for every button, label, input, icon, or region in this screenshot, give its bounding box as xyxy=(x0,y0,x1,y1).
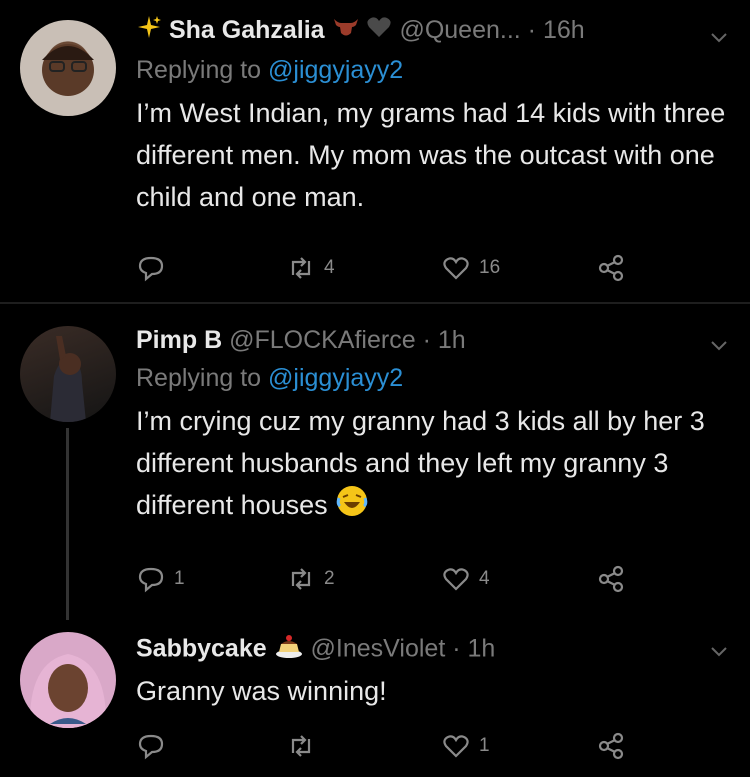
timestamp[interactable]: 1h xyxy=(438,326,466,354)
separator-dot: · xyxy=(452,634,461,663)
separator-dot: · xyxy=(527,16,536,44)
user-handle[interactable]: @FLOCKAfierce xyxy=(229,326,416,354)
tweet-actions: 1 xyxy=(136,728,656,764)
chevron-down-icon[interactable] xyxy=(708,640,730,662)
laughing-emoji-icon xyxy=(335,484,369,530)
heart-icon xyxy=(366,15,392,47)
share-button[interactable] xyxy=(596,728,626,764)
replying-to: Replying to @jiggyjayy2 xyxy=(136,54,730,86)
tweet[interactable]: Sha Gahzalia @Queen... · 16h Replying to… xyxy=(0,0,750,300)
reply-button[interactable]: 1 xyxy=(136,561,185,597)
like-count: 1 xyxy=(479,735,490,756)
tweet-text: I’m crying cuz my granny had 3 kids all … xyxy=(136,400,730,530)
tweet-body: Sabbycake @InesViolet · 1h Granny was wi… xyxy=(136,632,730,712)
tweet-text: I’m West Indian, my grams had 14 kids wi… xyxy=(136,98,726,213)
share-button[interactable] xyxy=(596,250,626,286)
tweet-actions: 4 16 xyxy=(136,250,656,286)
retweet-button[interactable]: 4 xyxy=(286,250,335,286)
tweet-actions: 1 2 4 xyxy=(136,561,656,597)
avatar[interactable] xyxy=(20,326,116,422)
chevron-down-icon[interactable] xyxy=(708,334,730,356)
retweet-icon xyxy=(291,568,311,590)
retweet-count: 4 xyxy=(324,257,335,278)
display-name[interactable]: Sha Gahzalia xyxy=(169,16,325,44)
tweet-header: Sabbycake @InesViolet · 1h xyxy=(136,632,730,668)
mention-link[interactable]: @jiggyjayy2 xyxy=(268,364,403,392)
tweet-body: Sha Gahzalia @Queen... · 16h Replying to… xyxy=(136,14,730,218)
like-button[interactable]: 4 xyxy=(441,561,490,597)
like-button[interactable]: 16 xyxy=(441,250,500,286)
avatar[interactable] xyxy=(20,20,116,116)
retweet-button[interactable] xyxy=(286,728,324,764)
like-count: 4 xyxy=(479,568,490,589)
timestamp[interactable]: 1h xyxy=(468,635,496,663)
reply-button[interactable] xyxy=(136,728,174,764)
user-handle[interactable]: @Queen... xyxy=(399,16,520,44)
tweet[interactable]: Sabbycake @InesViolet · 1h Granny was wi… xyxy=(0,618,750,777)
reply-icon xyxy=(138,567,164,593)
replying-to-label: Replying to xyxy=(136,364,262,392)
reply-count: 1 xyxy=(174,568,185,589)
mention-link[interactable]: @jiggyjayy2 xyxy=(268,56,403,84)
separator-dot: · xyxy=(422,326,431,354)
bull-icon xyxy=(332,15,360,47)
reply-icon xyxy=(138,256,164,282)
avatar[interactable] xyxy=(20,632,116,728)
avatar-photo xyxy=(29,654,107,728)
share-icon xyxy=(598,565,624,593)
retweet-button[interactable]: 2 xyxy=(286,561,335,597)
display-name[interactable]: Sabbycake xyxy=(136,635,267,663)
tweet-body: Pimp B @FLOCKAfierce · 1h Replying to @j… xyxy=(136,324,730,530)
share-icon xyxy=(598,254,624,282)
avatar-photo xyxy=(50,336,86,422)
replying-to-label: Replying to xyxy=(136,56,262,85)
sparkles-icon xyxy=(136,14,162,48)
chevron-down-icon[interactable] xyxy=(708,26,730,48)
tweet-divider xyxy=(0,302,750,304)
like-count: 16 xyxy=(479,257,501,278)
user-handle[interactable]: @InesViolet xyxy=(311,635,446,663)
replying-to: Replying to @jiggyjayy2 xyxy=(136,362,730,394)
share-icon xyxy=(598,732,624,760)
tweet[interactable]: Pimp B @FLOCKAfierce · 1h Replying to @j… xyxy=(0,306,750,620)
timestamp[interactable]: 16h xyxy=(543,16,585,44)
like-icon xyxy=(443,257,469,280)
like-button[interactable]: 1 xyxy=(441,728,490,764)
tweet-header: Sha Gahzalia @Queen... · 16h xyxy=(136,14,730,48)
thread-line xyxy=(66,428,69,620)
retweet-icon xyxy=(291,735,311,757)
like-icon xyxy=(443,568,469,591)
tweet-thread: Sha Gahzalia @Queen... · 16h Replying to… xyxy=(0,0,750,777)
reply-button[interactable] xyxy=(136,250,174,286)
tweet-text-content: I’m crying cuz my granny had 3 kids all … xyxy=(136,406,705,521)
share-button[interactable] xyxy=(596,561,626,597)
retweet-count: 2 xyxy=(324,568,335,589)
reply-icon xyxy=(138,734,164,760)
tweet-header: Pimp B @FLOCKAfierce · 1h xyxy=(136,324,730,356)
avatar-photo xyxy=(42,44,94,96)
cake-icon xyxy=(274,632,304,668)
retweet-icon xyxy=(291,257,311,279)
like-icon xyxy=(443,735,469,758)
tweet-text: Granny was winning! xyxy=(136,676,387,706)
display-name[interactable]: Pimp B xyxy=(136,326,222,354)
